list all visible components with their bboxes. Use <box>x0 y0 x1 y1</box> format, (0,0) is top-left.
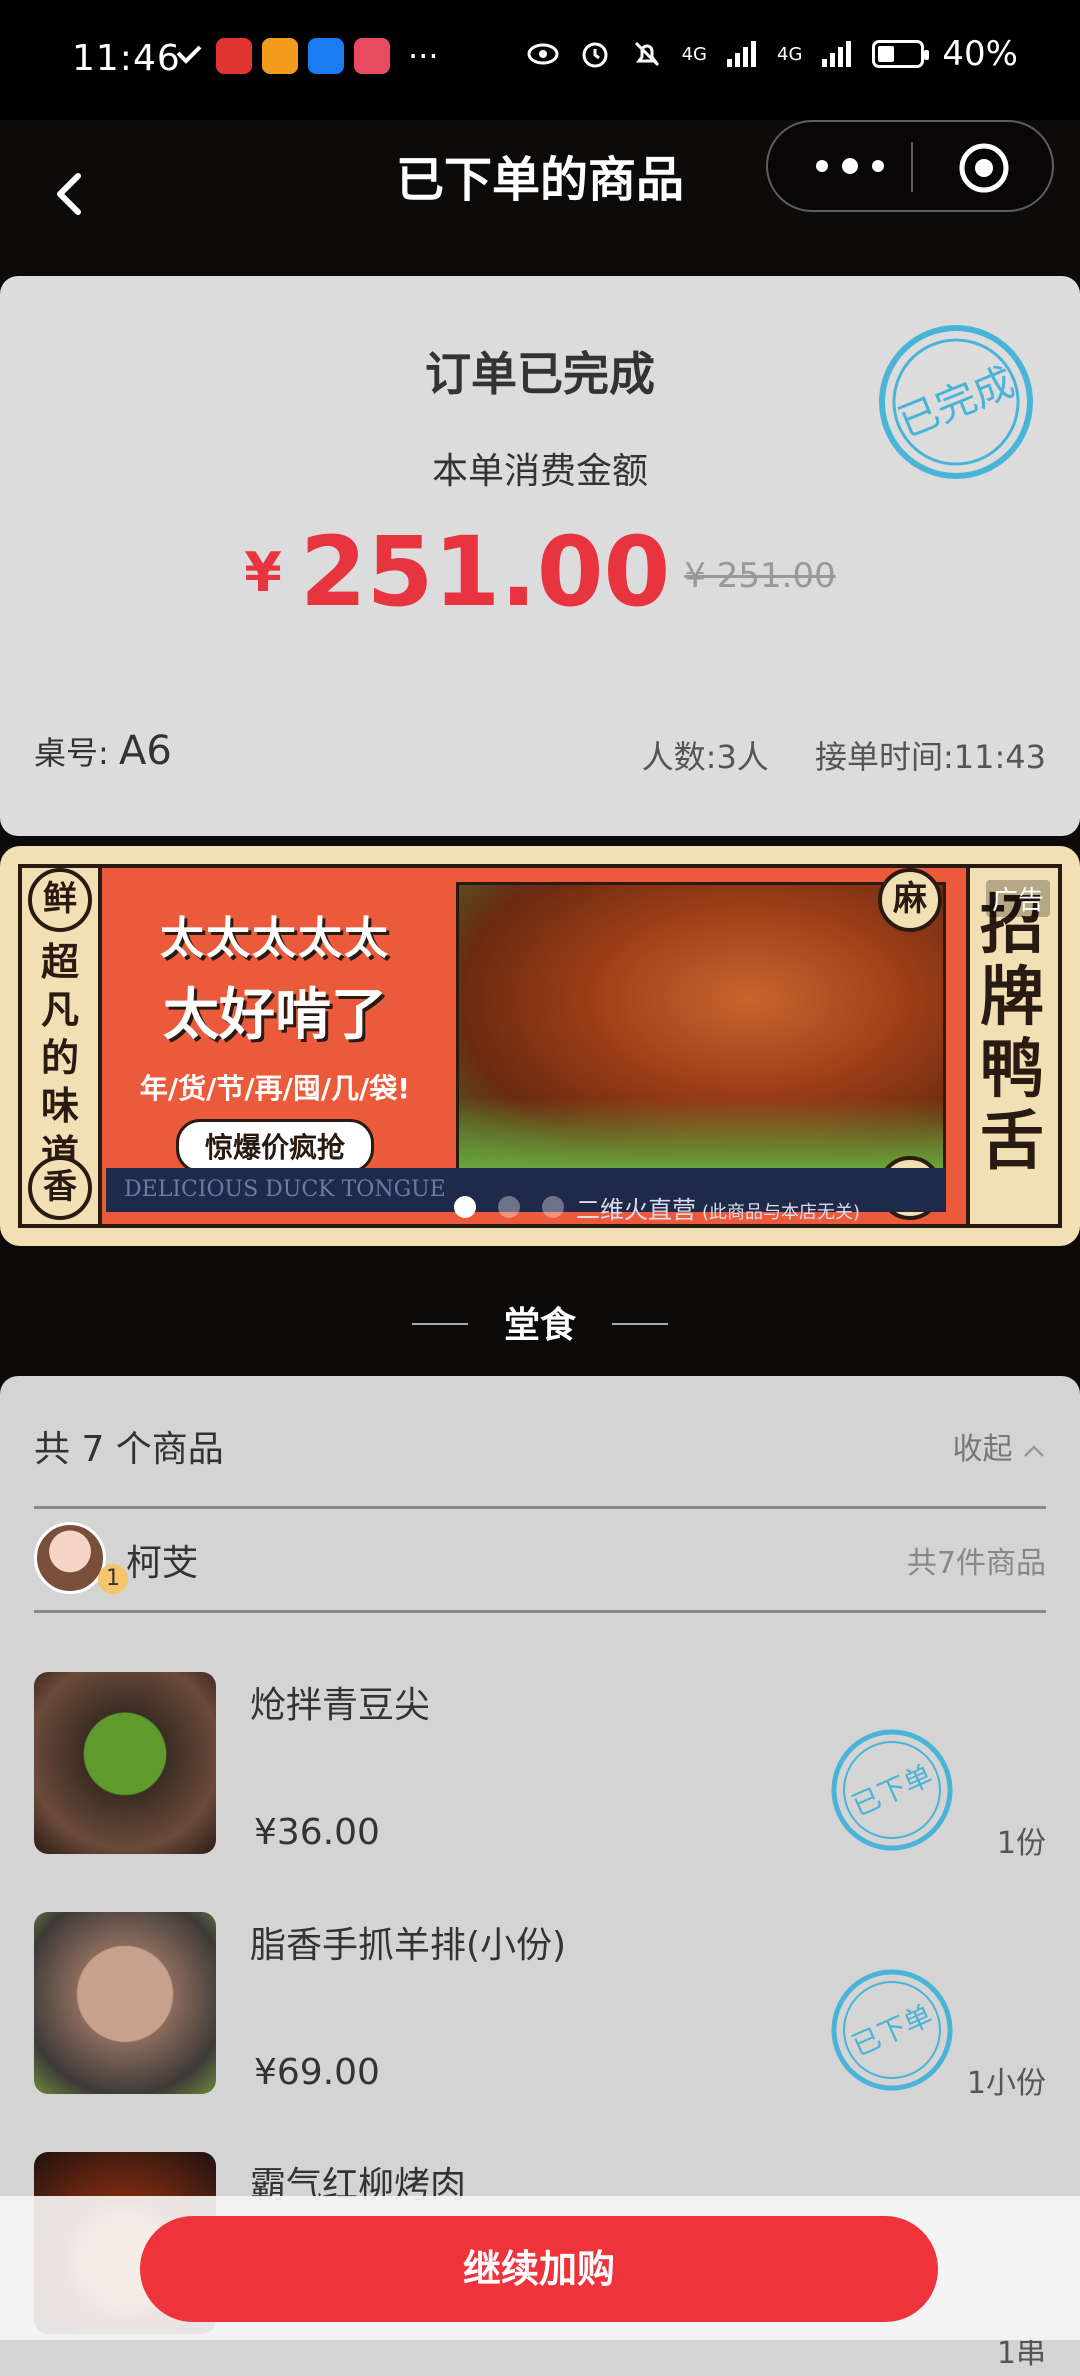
item-price: ¥36.00 <box>254 1812 380 1853</box>
original-amount: ¥ 251.00 <box>684 556 836 596</box>
list-item[interactable]: 炝拌青豆尖 ¥36.00 已下单 1份 <box>0 1672 1080 1872</box>
ad-label: 广告 <box>985 880 1050 917</box>
banner-char-numb: 麻 <box>878 868 942 932</box>
mute-bell-icon <box>634 41 659 67</box>
bottom-bar: 继续加购 <box>0 2196 1080 2340</box>
order-amount: 251.00 <box>299 516 671 628</box>
banner-brand: 二维火直营 <box>576 1196 696 1224</box>
banner-headline-3: 年/货/节/再/囤/几/袋! <box>139 1072 411 1105</box>
table-info: 桌号: A6 <box>34 728 172 774</box>
section-title-text: 堂食 <box>503 1305 576 1346</box>
status-time: 11:46 <box>72 38 181 79</box>
close-target-icon[interactable] <box>958 142 1010 194</box>
battery-percent: 40% <box>942 34 1018 74</box>
alipay-icon <box>308 38 344 74</box>
alarm-icon <box>582 42 608 68</box>
network-1-label: 4G <box>681 43 708 65</box>
app-icon-orange <box>262 38 298 74</box>
order-time: 接单时间:11:43 <box>814 738 1046 776</box>
item-name: 脂香手抓羊排(小份) <box>250 1925 567 1966</box>
banner-headline-1: 太太太太太 <box>160 913 390 964</box>
banner-left-vertical: 超凡的味道 <box>40 940 79 1176</box>
duck-tongue-image <box>456 882 946 1172</box>
chevron-up-icon <box>1024 1445 1044 1457</box>
carousel-dot-1[interactable] <box>454 1196 476 1218</box>
banner-char-fragrant: 香 <box>28 1156 92 1220</box>
completed-stamp-text: 已完成 <box>892 359 1020 447</box>
item-name: 炝拌青豆尖 <box>250 1685 431 1726</box>
network-2-label: 4G <box>777 43 803 65</box>
item-count: 共 7 个商品 <box>34 1429 224 1470</box>
item-quantity: 1份 <box>996 1826 1046 1861</box>
item-price: ¥69.00 <box>254 2052 380 2093</box>
mini-program-capsule <box>766 120 1054 212</box>
status-right: 4G 4G 40% <box>526 34 1018 74</box>
banner-cta: 惊爆价疯抢 <box>175 1119 374 1173</box>
amount-row: ¥251.00 ¥ 251.00 <box>0 516 1080 628</box>
collapse-button[interactable]: 收起 <box>952 1424 1046 1468</box>
status-app-icons: ··· <box>172 38 439 74</box>
item-quantity: 1小份 <box>966 2066 1046 2101</box>
collapse-label: 收起 <box>952 1432 1013 1467</box>
list-item[interactable]: 脂香手抓羊排(小份) ¥69.00 已下单 1小份 <box>0 1912 1080 2112</box>
avatar <box>34 1522 106 1594</box>
order-meta: 人数:3人 接单时间:11:43 <box>606 732 1046 778</box>
eye-icon <box>527 43 559 65</box>
capsule-divider <box>911 142 913 192</box>
status-bar: 11:46 ··· 4G 4G 40% <box>0 0 1080 120</box>
carousel-dot-2[interactable] <box>498 1196 520 1218</box>
table-label: 桌号: <box>34 734 109 772</box>
section-title: 堂食 <box>0 1296 1080 1348</box>
app-icon-pink <box>354 38 390 74</box>
heart-check-icon <box>176 45 202 64</box>
ordered-stamp-text: 已下单 <box>847 1998 937 2062</box>
banner-right-vertical: 招牌鸭舌 <box>980 889 1044 1179</box>
banner-note: (此商品与本店无关) <box>702 1202 861 1223</box>
table-number: A6 <box>118 728 172 774</box>
banner-headline-2: 太好啃了 <box>163 983 387 1048</box>
avatar-badge: 1 <box>98 1564 128 1594</box>
signal-icon-2 <box>822 41 852 67</box>
people-count: 人数:3人 <box>641 738 769 776</box>
item-image <box>34 1912 216 2094</box>
user-name: 柯芠 <box>126 1543 199 1584</box>
divider <box>34 1506 1046 1509</box>
banner-footer: 二维火直营 (此商品与本店无关) <box>576 1190 860 1225</box>
more-dots-icon[interactable] <box>810 152 890 180</box>
battery-icon <box>872 40 930 68</box>
currency-symbol: ¥ <box>244 541 282 604</box>
app-icon-red <box>216 38 252 74</box>
continue-ordering-button[interactable]: 继续加购 <box>140 2216 938 2322</box>
banner-char-fresh: 鲜 <box>28 868 92 932</box>
signal-icon-1 <box>727 41 757 67</box>
divider <box>34 1610 1046 1613</box>
carousel-dots <box>454 1196 564 1218</box>
banner-headline: 太太太太太 太好啃了 年/货/节/再/囤/几/袋! 惊爆价疯抢 <box>110 902 440 1173</box>
carousel-dot-3[interactable] <box>542 1196 564 1218</box>
ad-banner[interactable]: 鲜 超凡的味道 香 太太太太太 太好啃了 年/货/节/再/囤/几/袋! 惊爆价疯… <box>0 846 1080 1246</box>
item-image <box>34 1672 216 1854</box>
user-item-total: 共7件商品 <box>906 1546 1046 1581</box>
ordered-stamp: 已下单 <box>831 1729 953 1851</box>
status-more: ··· <box>408 37 439 75</box>
ordered-stamp: 已下单 <box>831 1969 953 2091</box>
ordered-stamp-text: 已下单 <box>847 1758 937 1822</box>
